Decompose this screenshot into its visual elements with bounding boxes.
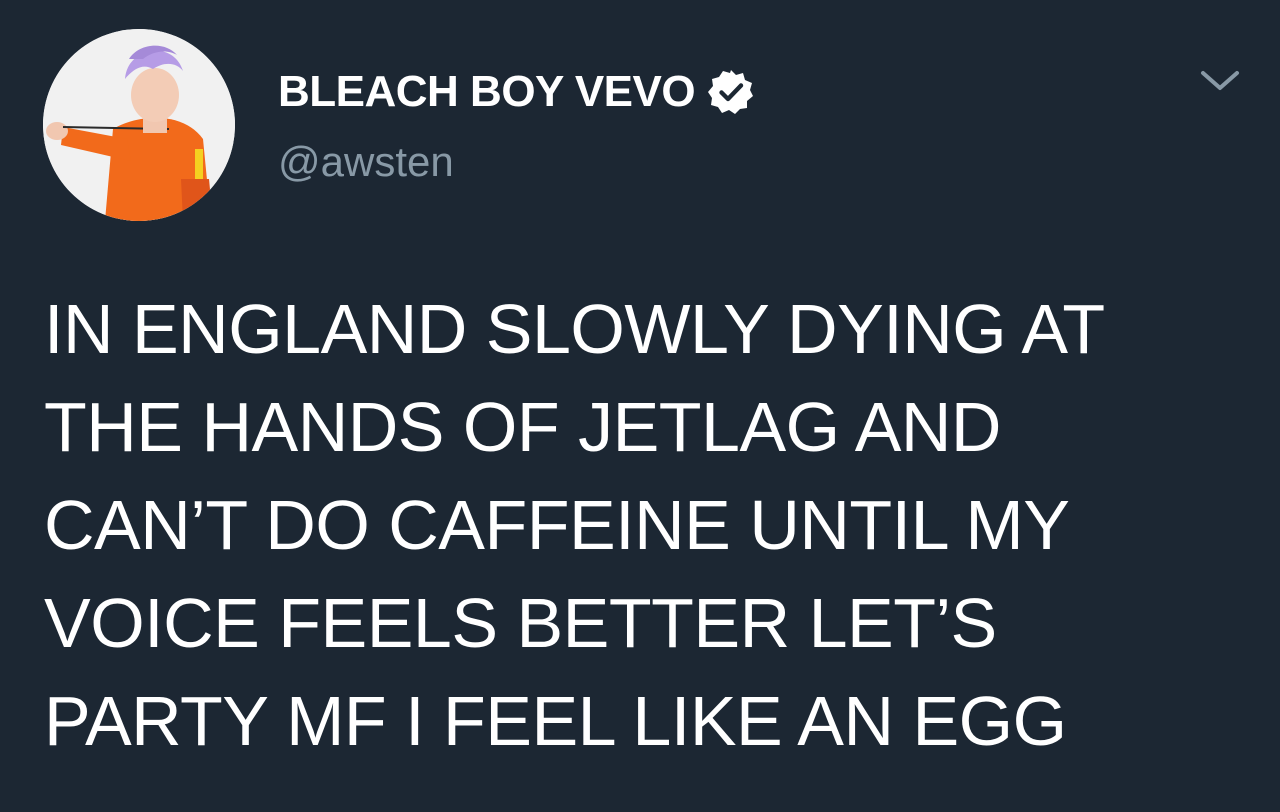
avatar[interactable] — [43, 29, 235, 221]
tweet-text-line: THE HANDS OF JETLAG AND — [44, 388, 1001, 466]
tweet-text-line: VOICE FEELS BETTER LET’S — [44, 584, 997, 662]
display-name[interactable]: BLEACH BOY VEVO — [278, 67, 696, 117]
avatar-image — [43, 29, 235, 221]
tweet-text-line: PARTY MF I FEEL LIKE AN EGG — [44, 682, 1067, 760]
author-name-row[interactable]: BLEACH BOY VEVO — [278, 64, 755, 120]
tweet-text: IN ENGLAND SLOWLY DYING AT THE HANDS OF … — [44, 280, 1244, 770]
tweet-text-line: IN ENGLAND SLOWLY DYING AT — [44, 290, 1105, 368]
chevron-down-icon[interactable] — [1196, 62, 1244, 102]
tweet-card: BLEACH BOY VEVO @awsten IN ENGLAND SLOWL… — [0, 0, 1280, 812]
tweet-text-line: CAN’T DO CAFFEINE UNTIL MY — [44, 486, 1070, 564]
verified-badge-icon — [707, 68, 755, 116]
user-handle[interactable]: @awsten — [278, 138, 454, 186]
